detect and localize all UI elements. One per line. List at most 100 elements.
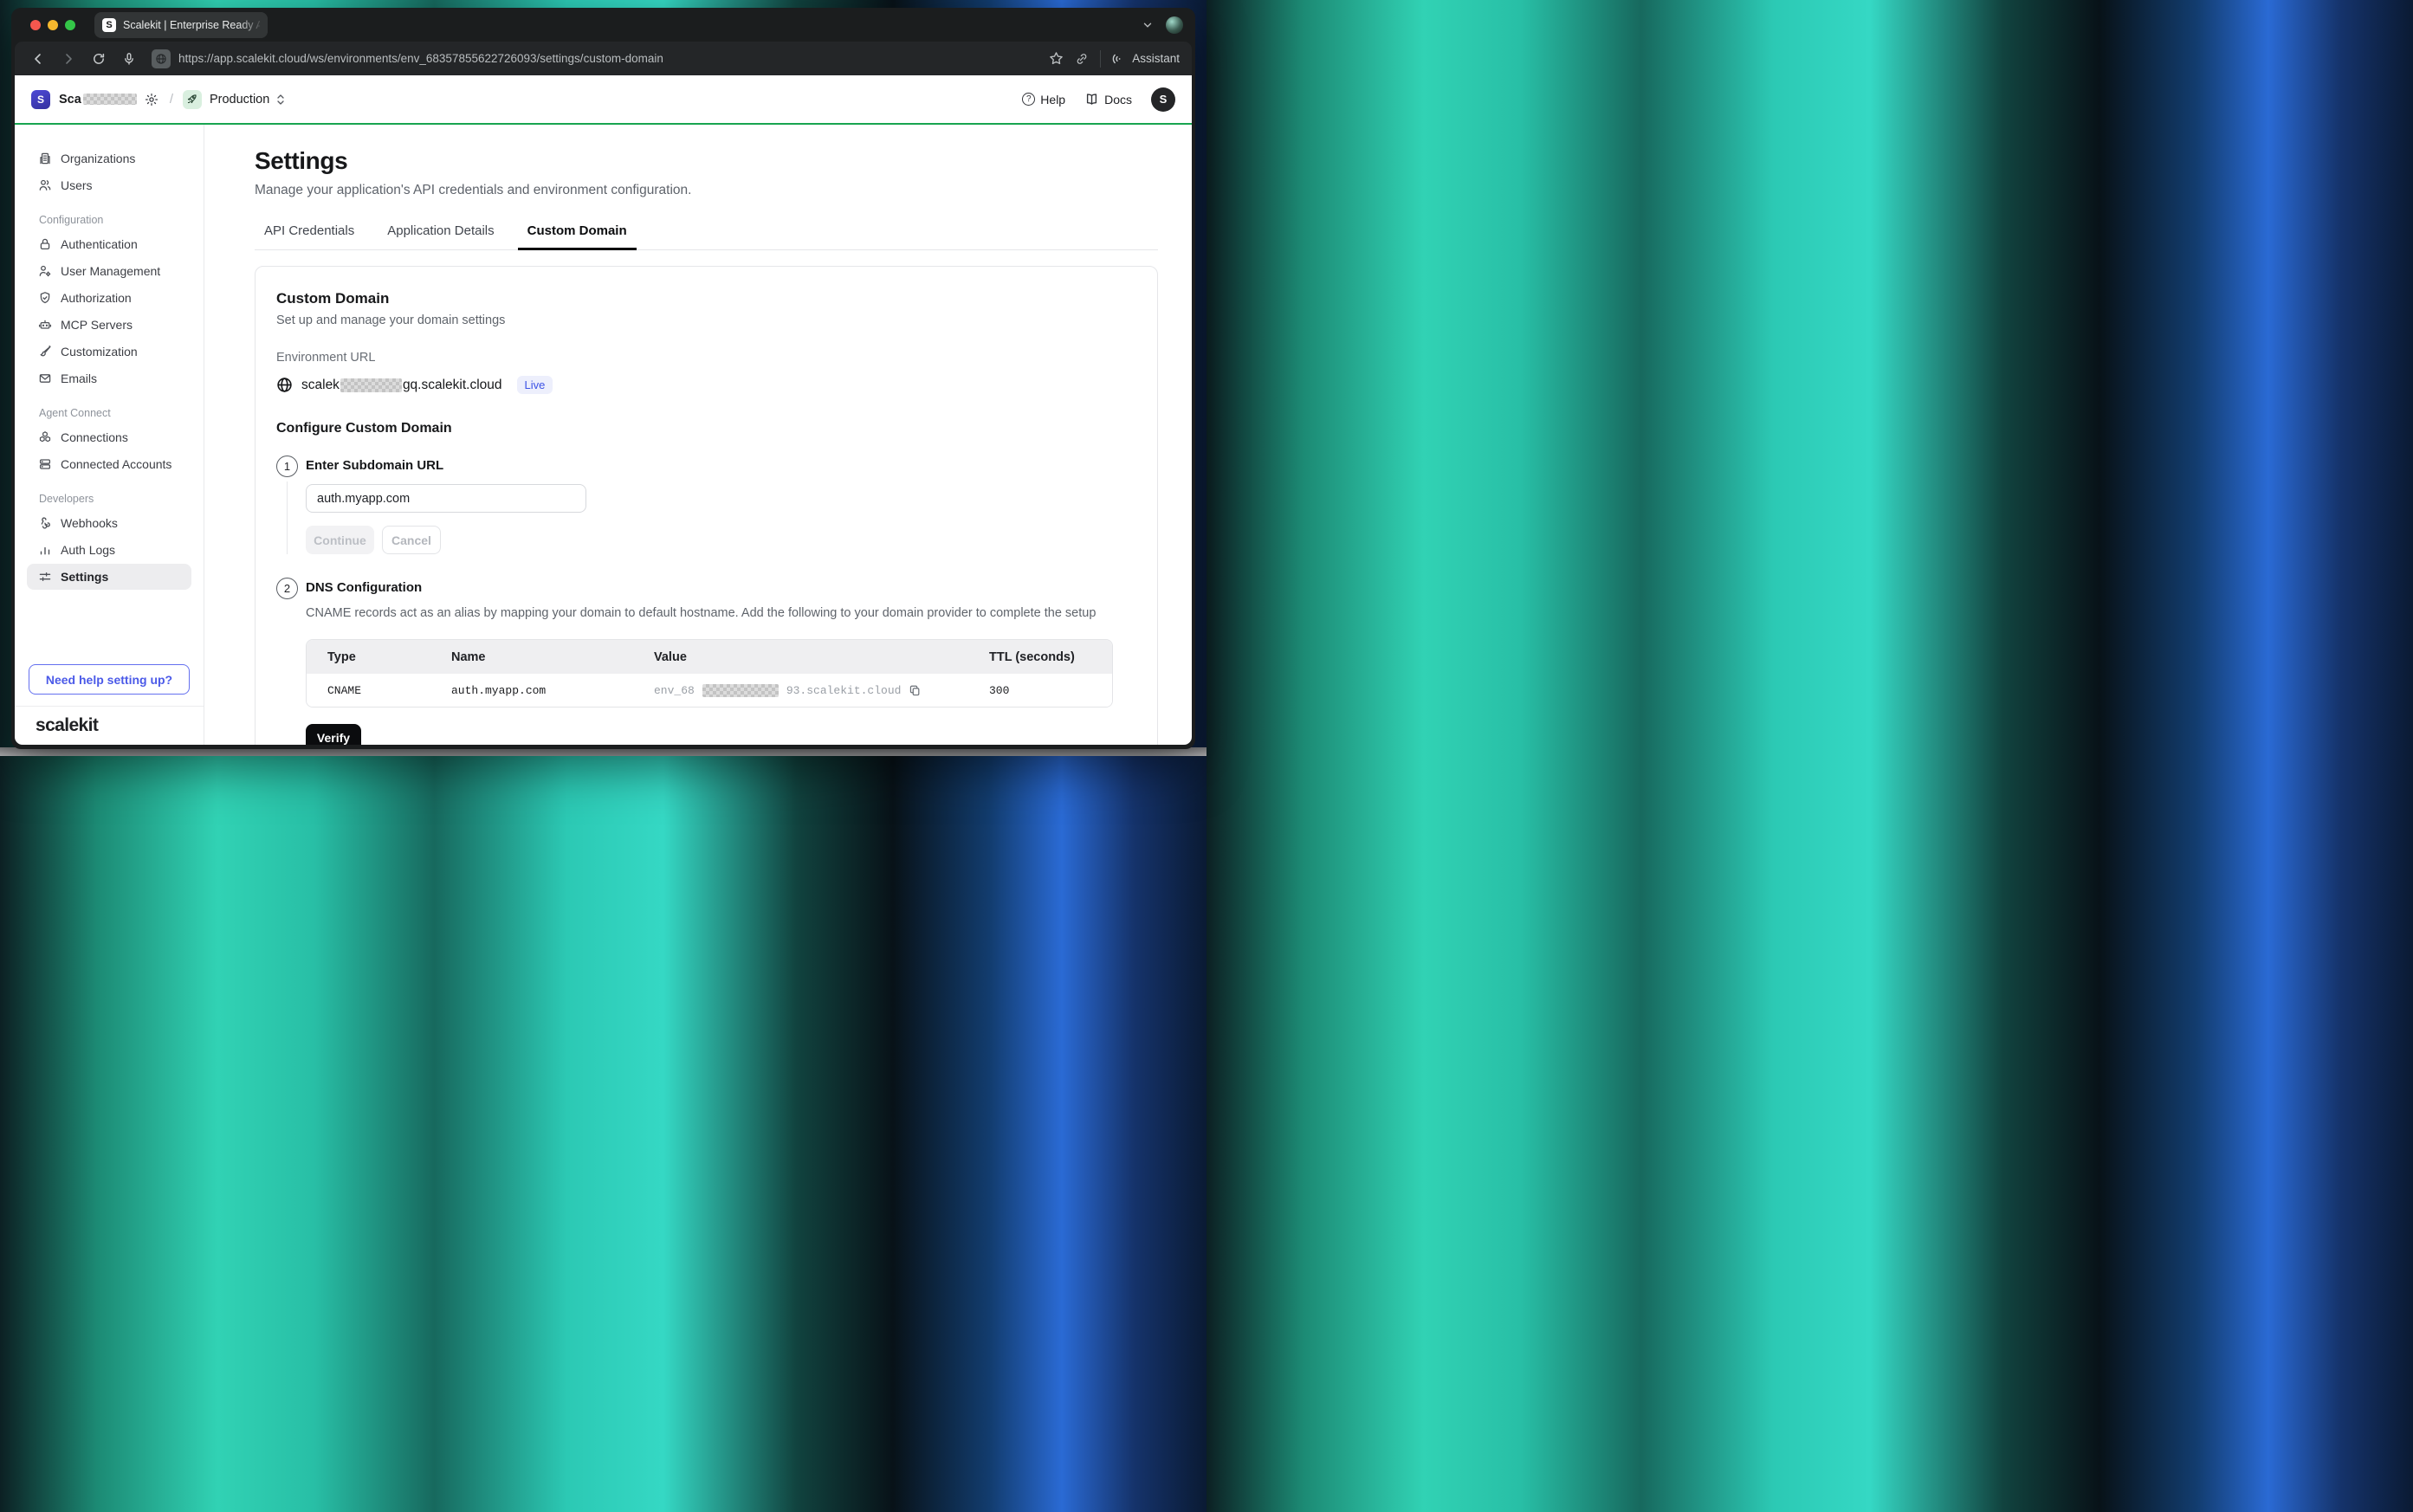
help-icon	[1022, 93, 1035, 106]
org-settings-gear-icon[interactable]	[145, 93, 158, 107]
step-enter-subdomain: 1 Enter Subdomain URL Continue Canc	[276, 456, 1136, 554]
step-1-number: 1	[276, 456, 298, 477]
copy-link-icon[interactable]	[1075, 52, 1089, 66]
subdomain-input[interactable]	[306, 484, 586, 513]
step-dns-configuration: 2 DNS Configuration CNAME records act as…	[276, 578, 1136, 745]
organizations-icon	[38, 152, 52, 165]
continue-button[interactable]: Continue	[306, 526, 374, 554]
dns-description: CNAME records act as an alias by mapping…	[306, 606, 1136, 620]
dns-table-header: Type Name Value TTL (seconds)	[307, 640, 1112, 674]
sidebar-item-auth-logs[interactable]: Auth Logs	[27, 537, 191, 563]
paintbrush-icon	[38, 345, 52, 359]
column-ttl: TTL (seconds)	[989, 650, 1091, 664]
maximize-window-button[interactable]	[65, 20, 75, 30]
close-window-button[interactable]	[30, 20, 41, 30]
environment-url-redacted	[340, 378, 402, 392]
sidebar-item-connected-accounts[interactable]: Connected Accounts	[27, 451, 191, 477]
lock-icon	[38, 237, 52, 251]
step-1-title: Enter Subdomain URL	[306, 456, 1136, 473]
user-avatar[interactable]: S	[1151, 87, 1175, 112]
step-2-number: 2	[276, 578, 298, 599]
browser-profile-avatar[interactable]	[1166, 16, 1183, 34]
webhook-icon	[38, 516, 52, 530]
assistant-button[interactable]: Assistant	[1112, 52, 1180, 66]
window-controls	[30, 20, 75, 30]
sidebar-item-webhooks[interactable]: Webhooks	[27, 510, 191, 536]
globe-icon	[276, 377, 293, 393]
dns-table-row: CNAME auth.myapp.com env_6893.scalekit.c…	[307, 674, 1112, 707]
bookmark-star-icon[interactable]	[1049, 51, 1064, 66]
tab-overflow-chevron-icon[interactable]	[1142, 19, 1154, 31]
card-subheading: Set up and manage your domain settings	[276, 313, 1136, 327]
column-value: Value	[654, 650, 989, 664]
copy-icon[interactable]	[909, 684, 922, 697]
reload-button[interactable]	[87, 48, 110, 70]
sidebar-item-customization[interactable]: Customization	[27, 339, 191, 365]
scalekit-wordmark: scalekit	[36, 715, 98, 736]
scalekit-logo: S	[31, 90, 50, 109]
help-button[interactable]: Help	[1022, 93, 1065, 107]
docs-button[interactable]: Docs	[1084, 92, 1132, 107]
configure-heading: Configure Custom Domain	[276, 421, 1136, 436]
sidebar-item-mcp-servers[interactable]: MCP Servers	[27, 312, 191, 338]
sidebar: Organizations Users Configuration Authen…	[15, 125, 204, 745]
sidebar-item-authorization[interactable]: Authorization	[27, 285, 191, 311]
bar-chart-icon	[38, 543, 52, 557]
sidebar-item-organizations[interactable]: Organizations	[27, 145, 191, 171]
scalekit-favicon: S	[102, 18, 116, 32]
minimize-window-button[interactable]	[48, 20, 58, 30]
back-button[interactable]	[27, 48, 49, 70]
cancel-button[interactable]: Cancel	[382, 526, 441, 554]
environment-selector[interactable]: Production	[210, 93, 269, 107]
docs-book-icon	[1084, 92, 1099, 107]
assistant-icon	[1112, 52, 1126, 66]
tab-application-details[interactable]: Application Details	[378, 223, 503, 249]
environment-url-label: Environment URL	[276, 351, 1136, 365]
column-name: Name	[451, 650, 654, 664]
sliders-icon	[38, 570, 52, 584]
sidebar-section-configuration: Configuration	[39, 214, 204, 226]
record-ttl: 300	[989, 684, 1091, 697]
card-heading: Custom Domain	[276, 290, 1136, 307]
org-name[interactable]: Sca	[59, 93, 81, 107]
record-type: CNAME	[327, 684, 451, 697]
column-type: Type	[327, 650, 451, 664]
sidebar-item-authentication[interactable]: Authentication	[27, 231, 191, 257]
record-value-redacted	[702, 684, 779, 697]
server-stack-icon	[38, 457, 52, 471]
tab-api-credentials[interactable]: API Credentials	[255, 223, 364, 249]
users-icon	[38, 178, 52, 192]
verify-button[interactable]: Verify	[306, 724, 361, 745]
main-content: Settings Manage your application's API c…	[204, 125, 1192, 745]
mail-icon	[38, 372, 52, 385]
voice-search-icon[interactable]	[118, 48, 140, 70]
address-bar[interactable]: https://app.scalekit.cloud/ws/environmen…	[178, 52, 663, 65]
cubes-icon	[38, 430, 52, 444]
sidebar-item-emails[interactable]: Emails	[27, 365, 191, 391]
dns-records-table: Type Name Value TTL (seconds) CNAME	[306, 639, 1113, 708]
record-value: env_6893.scalekit.cloud	[654, 684, 989, 697]
environment-rocket-icon	[183, 90, 202, 109]
sidebar-section-developers: Developers	[39, 493, 204, 505]
browser-tab-strip: S Scalekit | Enterprise Ready A	[15, 8, 1192, 42]
shield-check-icon	[38, 291, 52, 305]
robot-icon	[38, 318, 52, 332]
sidebar-item-settings[interactable]: Settings	[27, 564, 191, 590]
need-help-button[interactable]: Need help setting up?	[29, 664, 190, 695]
forward-button[interactable]	[57, 48, 80, 70]
sidebar-item-users[interactable]: Users	[27, 172, 191, 198]
sidebar-item-connections[interactable]: Connections	[27, 424, 191, 450]
step-2-title: DNS Configuration	[306, 578, 1136, 595]
browser-window: S Scalekit | Enterprise Ready A	[11, 8, 1195, 749]
browser-tab[interactable]: S Scalekit | Enterprise Ready A	[94, 12, 268, 38]
tab-custom-domain[interactable]: Custom Domain	[518, 223, 637, 249]
environment-switcher-chevrons-icon[interactable]	[275, 94, 286, 106]
settings-tabs: API Credentials Application Details Cust…	[255, 223, 1158, 250]
breadcrumb-separator: /	[170, 92, 173, 107]
live-status-badge: Live	[517, 376, 553, 394]
record-name: auth.myapp.com	[451, 684, 654, 697]
app-header: S Sca / Production Help	[15, 75, 1192, 125]
sidebar-item-user-management[interactable]: User Management	[27, 258, 191, 284]
sidebar-section-agent-connect: Agent Connect	[39, 407, 204, 419]
site-info-globe-icon[interactable]	[152, 49, 171, 68]
